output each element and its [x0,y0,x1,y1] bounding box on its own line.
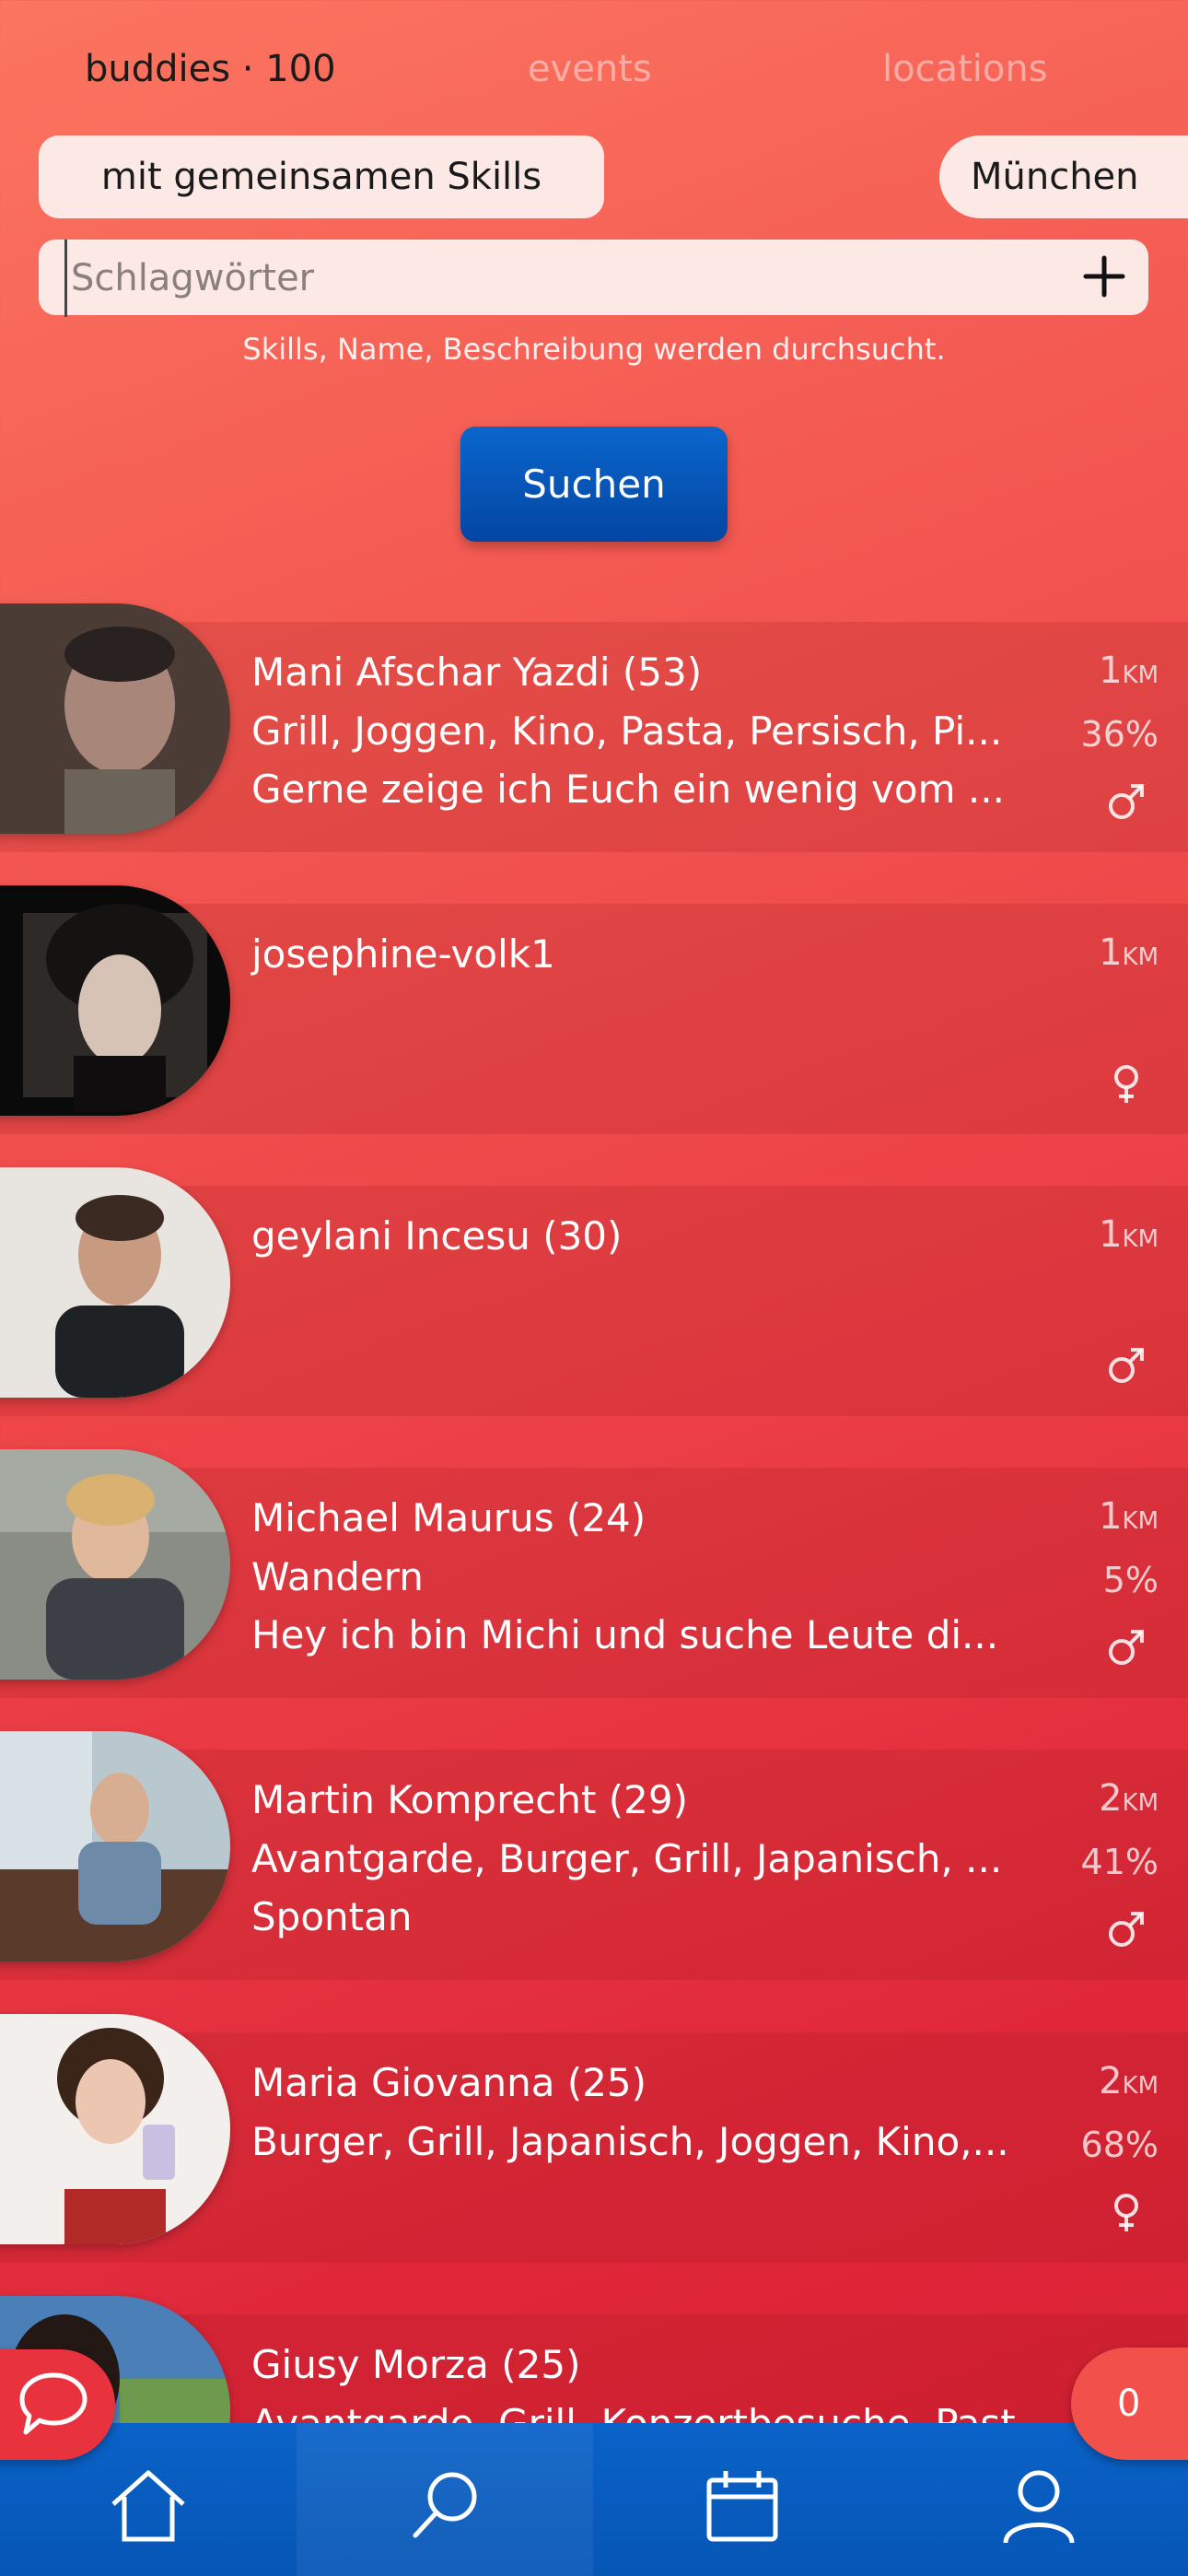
skills-filter-pill[interactable]: mit gemeinsamen Skills [39,135,604,218]
male-icon [1109,1348,1144,1383]
list-item[interactable]: geylani Incesu (30) 1KM [0,1167,1188,1416]
person-name: Michael Maurus (24) [251,1495,646,1540]
plus-icon[interactable] [1077,249,1132,304]
tab-buddies[interactable]: buddies · 100 [85,37,336,101]
person-name: geylani Incesu (30) [251,1213,623,1259]
person-skills: Burger, Grill, Japanisch, Joggen, Kino,.… [251,2119,1009,2164]
calendar-icon [706,2471,778,2542]
person-skills: Avantgarde, Burger, Grill, Japanisch, ..… [251,1836,1003,1881]
distance: 1KM [1099,650,1159,692]
match-percent: 68% [1080,2125,1159,2165]
distance: 1KM [1099,931,1159,974]
male-icon [1109,1912,1144,1947]
nav-search[interactable] [297,2423,593,2576]
chat-button[interactable] [0,2349,115,2460]
bottom-navigation [0,2423,1188,2576]
person-name: Martin Komprecht (29) [251,1777,688,1822]
tab-locations[interactable]: locations [882,37,1048,101]
male-icon [1109,1630,1144,1665]
distance: 1KM [1099,1495,1159,1538]
search-button[interactable]: Suchen [460,427,728,542]
tab-events[interactable]: events [528,37,652,101]
person-name: Maria Giovanna (25) [251,2060,647,2105]
list-item[interactable]: Martin Komprecht (29) Avantgarde, Burger… [0,1731,1188,1980]
avatar [0,603,230,834]
distance: 2KM [1099,1777,1159,1820]
avatar [0,1167,230,1398]
match-percent: 41% [1080,1842,1159,1882]
match-percent: 36% [1080,714,1159,755]
profile-icon [1003,2470,1075,2544]
city-filter-pill[interactable]: München [939,135,1188,218]
list-item[interactable]: Maria Giovanna (25) Burger, Grill, Japan… [0,2014,1188,2263]
person-skills: Grill, Joggen, Kino, Pasta, Persisch, Pi… [251,708,1003,754]
person-name: josephine-volk1 [251,931,555,977]
female-icon [1114,1065,1138,1103]
search-icon [413,2472,477,2538]
home-icon [111,2470,185,2542]
avatar [0,885,230,1116]
distance: 1KM [1099,1213,1159,1256]
avatar [0,1449,230,1680]
male-icon [1109,784,1144,819]
avatar [0,2014,230,2244]
person-description: Spontan [251,1894,413,1939]
person-name: Giusy Morza (25) [251,2342,581,2387]
list-item[interactable]: Michael Maurus (24) Wandern Hey ich bin … [0,1449,1188,1698]
keyword-search-input[interactable] [64,240,1049,317]
search-hint: Skills, Name, Beschreibung werden durchs… [242,332,946,367]
person-description: Gerne zeige ich Euch ein wenig vom ... [251,767,1005,812]
search-bar [39,240,1148,317]
nav-events[interactable] [594,2423,891,2576]
list-item[interactable]: Mani Afschar Yazdi (53) Grill, Joggen, K… [0,603,1188,852]
list-item[interactable]: josephine-volk1 1KM [0,885,1188,1134]
female-icon [1114,2194,1138,2231]
avatar [0,1731,230,1961]
distance: 2KM [1099,2060,1159,2102]
person-name: Mani Afschar Yazdi (53) [251,650,703,695]
notification-count-badge[interactable]: 0 [1071,2348,1188,2460]
person-skills: Wandern [251,1554,424,1599]
chat-bubble-icon [19,2372,87,2435]
top-tabs: buddies · 100 events locations [0,37,1188,101]
person-description: Hey ich bin Michi und suche Leute di... [251,1612,999,1657]
match-percent: 5% [1102,1560,1159,1600]
